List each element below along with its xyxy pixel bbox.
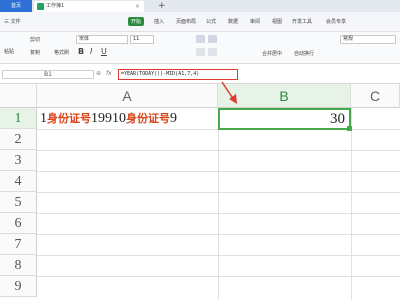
annotation-arrow-icon: [221, 81, 237, 104]
